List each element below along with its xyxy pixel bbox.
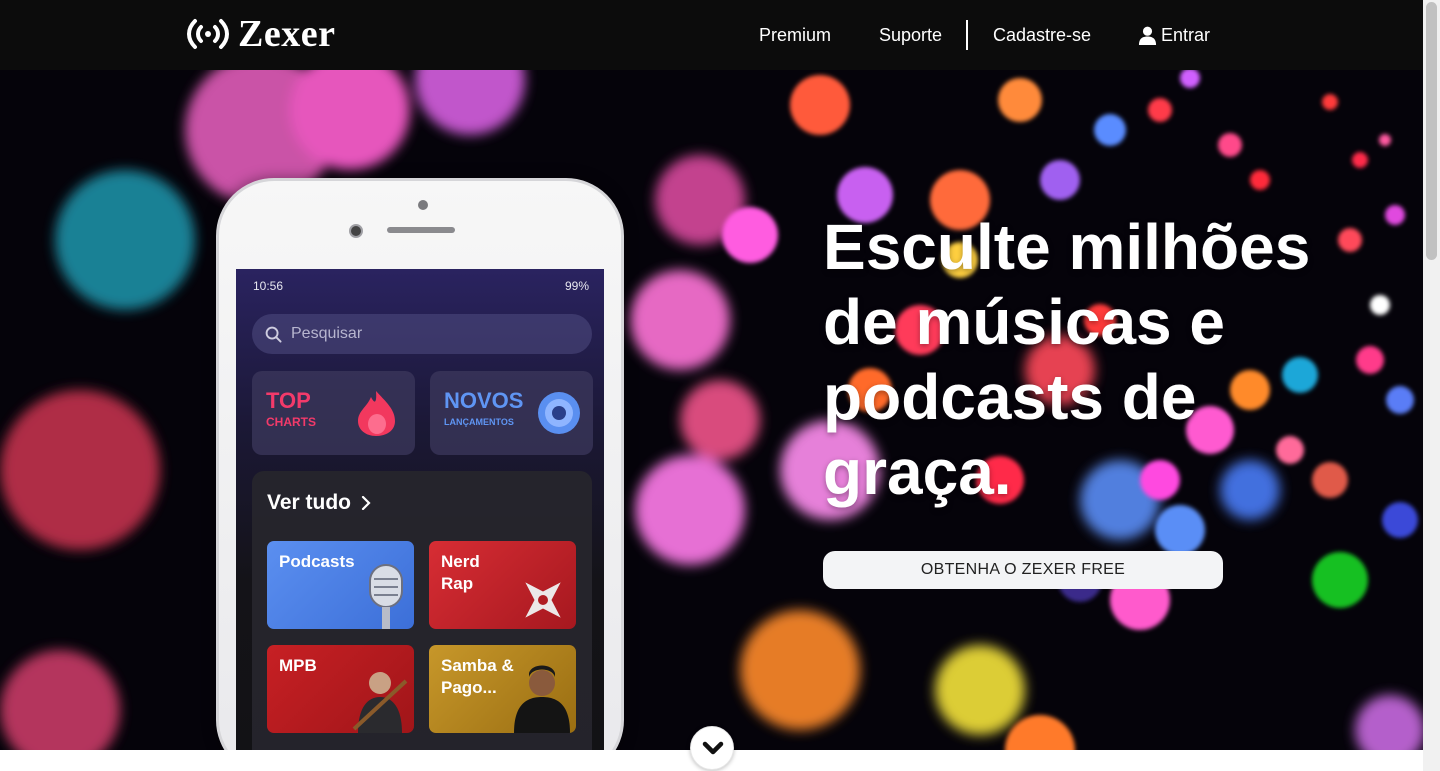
- nav-separator: [966, 20, 968, 50]
- chevron-right-icon: [361, 496, 371, 510]
- flame-icon: [358, 391, 395, 436]
- nav-premium-link[interactable]: Premium: [759, 24, 831, 46]
- status-time: 10:56: [253, 279, 284, 293]
- phone-camera: [349, 224, 363, 238]
- genre-card-nerd-rap: Nerd Rap: [429, 541, 576, 629]
- nav-login-label: Entrar: [1161, 25, 1211, 45]
- genre-card-podcasts: Podcasts: [267, 541, 414, 629]
- user-icon: [1138, 26, 1157, 45]
- genre-card-samba: Samba & Pago...: [429, 645, 576, 733]
- see-all-label: Ver tudo: [267, 491, 352, 514]
- microphone-icon: [369, 564, 403, 629]
- genre-label: Podcasts: [279, 552, 355, 571]
- nav-suporte-link[interactable]: Suporte: [879, 24, 942, 46]
- top-navbar: Zexer Premium Suporte Cadastre-se Entrar: [0, 0, 1423, 70]
- scrollbar-thumb[interactable]: [1426, 2, 1437, 260]
- scroll-down-button[interactable]: [690, 726, 734, 770]
- tile-novos-title: NOVOS: [444, 388, 524, 413]
- phone-screen: 10:56 99% Pesquisar TOP CHARTS NOVOS LAN…: [236, 269, 604, 750]
- new-releases-tile: NOVOS LANÇAMENTOS: [430, 371, 593, 455]
- chevron-down-icon: [702, 741, 724, 755]
- genre-card-mpb: MPB: [267, 645, 414, 733]
- singer-photo: [514, 665, 570, 733]
- nav-signup-link[interactable]: Cadastre-se: [993, 24, 1091, 46]
- search-placeholder: Pesquisar: [291, 325, 363, 342]
- vertical-scrollbar[interactable]: [1423, 0, 1440, 771]
- phone-sensor: [418, 200, 428, 210]
- nav-login-link[interactable]: Entrar: [1138, 24, 1210, 46]
- genre-label: Nerd Rap: [441, 552, 480, 593]
- disc-icon: [538, 392, 580, 434]
- search-icon: [265, 326, 282, 343]
- broadcast-icon: [187, 19, 229, 49]
- tile-top-subtitle: CHARTS: [266, 415, 316, 429]
- brand-name: Zexer: [238, 13, 336, 55]
- phone-mockup-image: 10:56 99% Pesquisar TOP CHARTS NOVOS LAN…: [216, 178, 624, 750]
- hero-section: Esculte milhões de músicas e podcasts de…: [0, 70, 1423, 750]
- guitarist-photo: [352, 672, 408, 733]
- genres-card: Ver tudo Podcasts Nerd Rap MPB Samba & P…: [252, 471, 592, 750]
- status-battery: 99%: [564, 279, 589, 293]
- shuriken-icon: [525, 582, 561, 618]
- phone-speaker: [387, 227, 455, 233]
- tile-novos-subtitle: LANÇAMENTOS: [444, 417, 514, 427]
- brand-logo[interactable]: Zexer: [186, 12, 335, 56]
- genre-label: MPB: [279, 656, 317, 675]
- top-charts-tile: TOP CHARTS: [252, 371, 415, 455]
- tile-top-title: TOP: [266, 388, 311, 413]
- phone-status-bar: 10:56 99%: [253, 279, 589, 295]
- hero-headline: Esculte milhões de músicas e podcasts de…: [823, 211, 1311, 508]
- phone-search-bar: Pesquisar: [252, 314, 592, 354]
- get-zexer-free-button[interactable]: OBTENHA O ZEXER FREE: [823, 551, 1223, 589]
- see-all-link: Ver tudo: [267, 491, 373, 515]
